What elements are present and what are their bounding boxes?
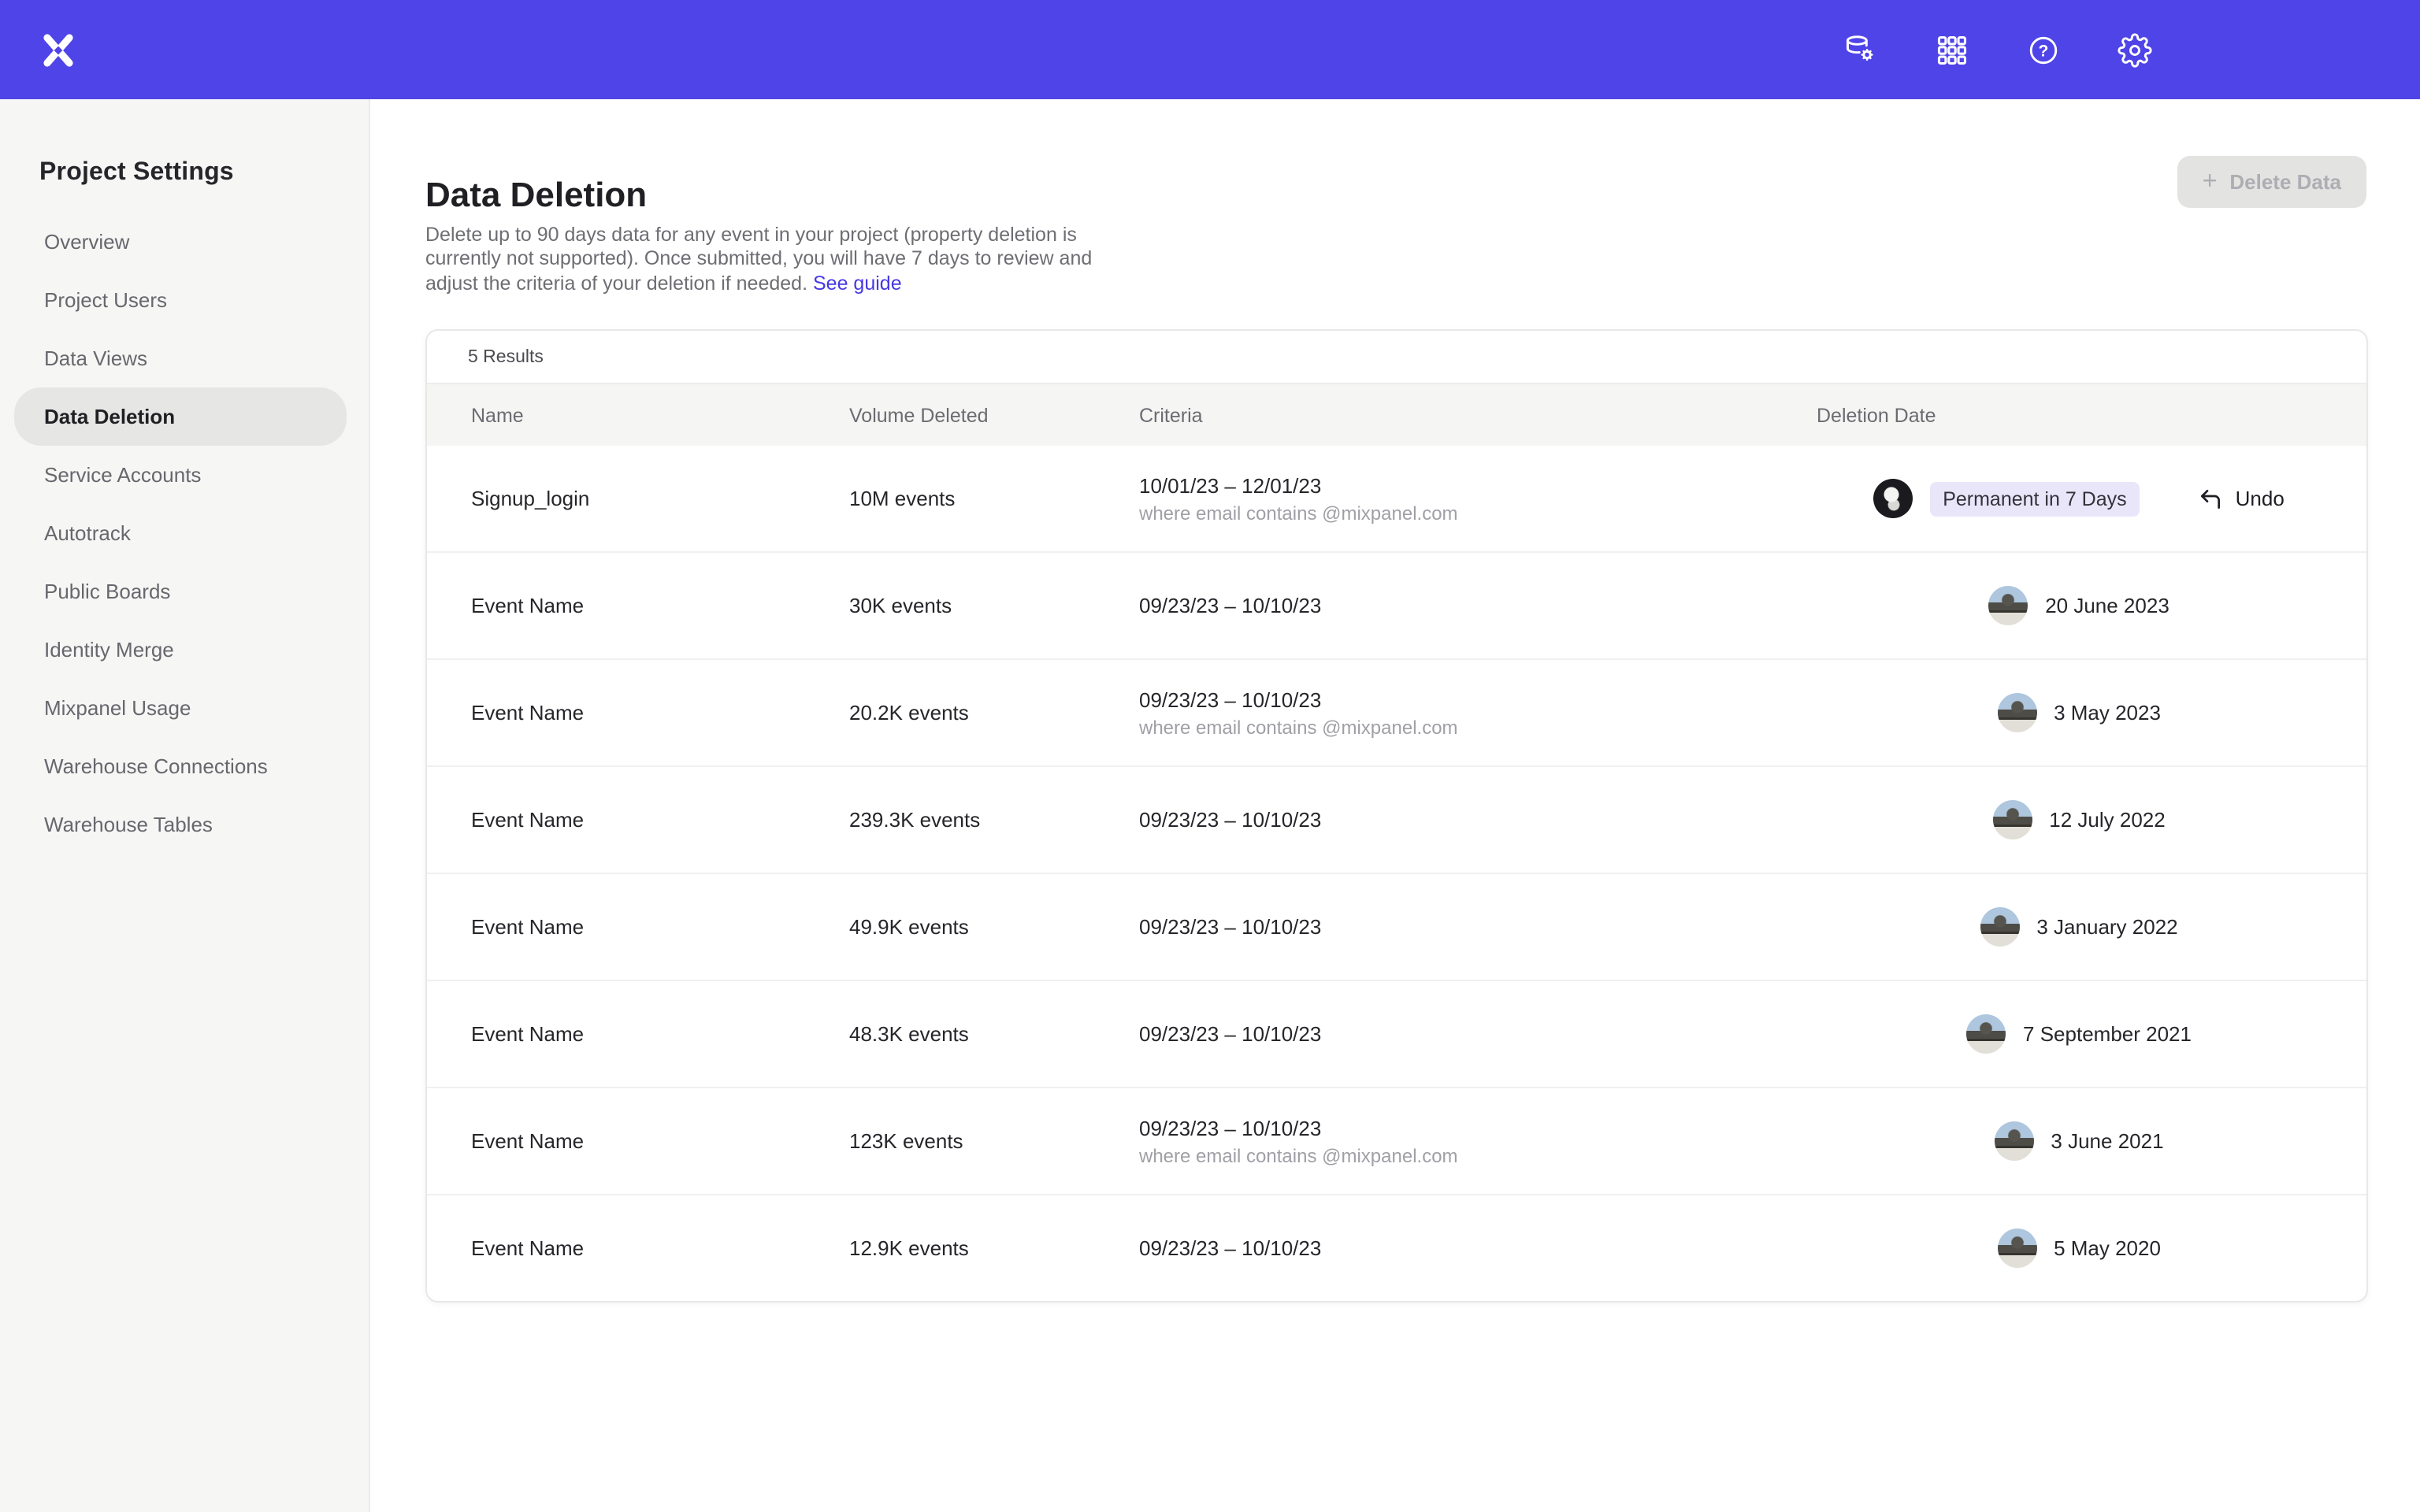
- sidebar-item-service-accounts[interactable]: Service Accounts: [0, 446, 369, 504]
- sidebar-item-warehouse-tables[interactable]: Warehouse Tables: [0, 795, 369, 854]
- table-row: Event Name 20.2K events 09/23/23 – 10/10…: [427, 660, 2366, 767]
- table-row: Event Name 239.3K events 09/23/23 – 10/1…: [427, 767, 2366, 874]
- mixpanel-logo[interactable]: [39, 31, 77, 69]
- svg-text:?: ?: [2039, 42, 2049, 60]
- undo-button[interactable]: Undo: [2198, 486, 2285, 511]
- sidebar-item-project-users[interactable]: Project Users: [0, 271, 369, 329]
- user-avatar: [1980, 907, 2019, 947]
- plus-icon: +: [2203, 169, 2218, 195]
- undo-icon: [2198, 486, 2223, 511]
- sidebar-item-mixpanel-usage[interactable]: Mixpanel Usage: [0, 679, 369, 737]
- row-name: Signup_login: [471, 487, 849, 510]
- user-avatar: [1873, 479, 1913, 518]
- sidebar-item-data-deletion[interactable]: Data Deletion: [14, 387, 347, 446]
- row-criteria: 09/23/23 – 10/10/23 where email contains…: [1139, 1116, 1817, 1166]
- see-guide-link[interactable]: See guide: [813, 272, 902, 294]
- row-name: Event Name: [471, 594, 849, 617]
- row-name: Event Name: [471, 1022, 849, 1046]
- top-navigation-bar: ?: [0, 0, 2420, 99]
- row-criteria: 09/23/23 – 10/10/23: [1139, 594, 1817, 617]
- app-root: ? Project Settings Overview Project User…: [0, 0, 2420, 1512]
- row-name: Event Name: [471, 1129, 849, 1153]
- row-volume: 20.2K events: [849, 701, 1139, 724]
- column-header-criteria: Criteria: [1139, 404, 1817, 426]
- results-count: 5 Results: [468, 347, 544, 366]
- table-row: Event Name 48.3K events 09/23/23 – 10/10…: [427, 981, 2366, 1088]
- row-volume: 239.3K events: [849, 808, 1139, 832]
- row-deletion-date: Permanent in 7 Days Undo: [1817, 479, 2341, 518]
- table-row: Event Name 30K events 09/23/23 – 10/10/2…: [427, 553, 2366, 660]
- row-volume: 30K events: [849, 594, 1139, 617]
- row-deletion-date: 7 September 2021: [1817, 1014, 2341, 1054]
- sidebar-item-identity-merge[interactable]: Identity Merge: [0, 621, 369, 679]
- table-row: Event Name 123K events 09/23/23 – 10/10/…: [427, 1088, 2366, 1195]
- delete-data-label: Delete Data: [2229, 170, 2341, 194]
- deletion-table-card: 5 Results Name Volume Deleted Criteria D…: [425, 329, 2368, 1303]
- table-row: Event Name 49.9K events 09/23/23 – 10/10…: [427, 874, 2366, 981]
- sidebar-menu: Overview Project Users Data Views Data D…: [0, 213, 369, 854]
- sidebar-title: Project Settings: [39, 159, 369, 187]
- apps-grid-icon[interactable]: [1935, 32, 1969, 67]
- table-header: Name Volume Deleted Criteria Deletion Da…: [427, 384, 2366, 446]
- column-header-volume: Volume Deleted: [849, 404, 1139, 426]
- row-criteria: 09/23/23 – 10/10/23: [1139, 1022, 1817, 1046]
- column-header-deletion-date: Deletion Date: [1817, 404, 2341, 426]
- results-count-bar: 5 Results: [427, 331, 2366, 384]
- row-deletion-date: 12 July 2022: [1817, 800, 2341, 839]
- topbar-icon-group: ?: [1843, 32, 2152, 67]
- row-deletion-date: 3 June 2021: [1817, 1121, 2341, 1161]
- user-avatar: [1997, 693, 2036, 732]
- delete-data-button[interactable]: + Delete Data: [2177, 156, 2366, 208]
- row-volume: 123K events: [849, 1129, 1139, 1153]
- row-name: Event Name: [471, 1236, 849, 1260]
- row-deletion-date: 3 May 2023: [1817, 693, 2341, 732]
- sidebar-item-autotrack[interactable]: Autotrack: [0, 504, 369, 562]
- table-row: Signup_login 10M events 10/01/23 – 12/01…: [427, 446, 2366, 553]
- row-deletion-date: 3 January 2022: [1817, 907, 2341, 947]
- user-avatar: [1997, 1228, 2036, 1268]
- page-title: Data Deletion: [425, 174, 647, 215]
- row-name: Event Name: [471, 701, 849, 724]
- undo-label: Undo: [2236, 487, 2285, 510]
- row-deletion-date: 5 May 2020: [1817, 1228, 2341, 1268]
- user-avatar: [1994, 1121, 2033, 1161]
- status-badge: Permanent in 7 Days: [1930, 481, 2139, 516]
- row-name: Event Name: [471, 808, 849, 832]
- sidebar-item-overview[interactable]: Overview: [0, 213, 369, 271]
- main-content: Data Deletion Delete up to 90 days data …: [370, 99, 2420, 1512]
- mixpanel-x-logo-icon: [39, 31, 77, 69]
- row-volume: 49.9K events: [849, 915, 1139, 939]
- settings-gear-icon[interactable]: [2118, 32, 2152, 67]
- table-row: Event Name 12.9K events 09/23/23 – 10/10…: [427, 1195, 2366, 1301]
- user-avatar: [1966, 1014, 2006, 1054]
- page-description: Delete up to 90 days data for any event …: [425, 223, 1125, 297]
- user-avatar: [1992, 800, 2032, 839]
- row-volume: 48.3K events: [849, 1022, 1139, 1046]
- user-avatar: [1988, 586, 2028, 625]
- settings-sidebar: Project Settings Overview Project Users …: [0, 99, 370, 1512]
- row-criteria: 09/23/23 – 10/10/23: [1139, 915, 1817, 939]
- row-criteria: 09/23/23 – 10/10/23: [1139, 808, 1817, 832]
- row-volume: 12.9K events: [849, 1236, 1139, 1260]
- column-header-name: Name: [471, 404, 849, 426]
- sidebar-item-warehouse-connections[interactable]: Warehouse Connections: [0, 737, 369, 795]
- row-volume: 10M events: [849, 487, 1139, 510]
- row-name: Event Name: [471, 915, 849, 939]
- help-icon[interactable]: ?: [2026, 32, 2061, 67]
- data-management-icon[interactable]: [1843, 32, 1878, 67]
- row-criteria: 09/23/23 – 10/10/23: [1139, 1236, 1817, 1260]
- row-criteria: 09/23/23 – 10/10/23 where email contains…: [1139, 687, 1817, 738]
- page-description-text: Delete up to 90 days data for any event …: [425, 223, 1092, 294]
- sidebar-item-data-views[interactable]: Data Views: [0, 329, 369, 387]
- row-criteria: 10/01/23 – 12/01/23 where email contains…: [1139, 473, 1817, 524]
- row-deletion-date: 20 June 2023: [1817, 586, 2341, 625]
- sidebar-item-public-boards[interactable]: Public Boards: [0, 562, 369, 621]
